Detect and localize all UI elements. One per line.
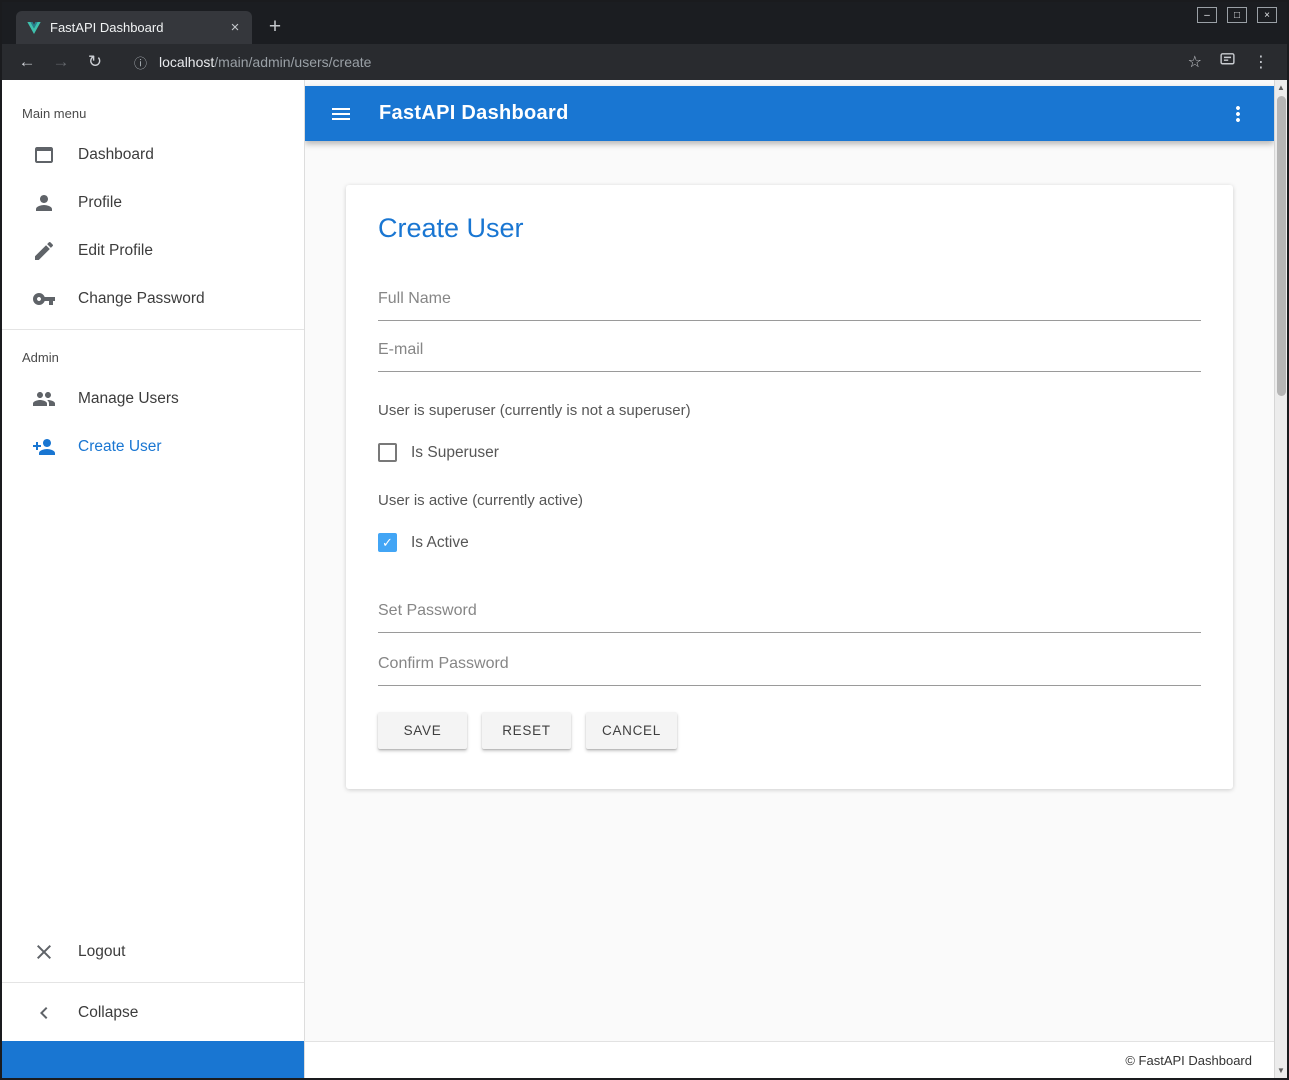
sidebar-item-label: Change Password [78,290,205,308]
email-input[interactable] [378,335,1201,372]
chevron-left-icon [32,1001,56,1025]
active-checkbox-label: Is Active [411,534,469,552]
sidebar-section-admin: Admin [2,336,304,375]
sidebar-item-label: Collapse [78,1004,138,1022]
main-content: Create User User is superuser (currently… [305,141,1274,1041]
sidebar-divider [2,982,304,983]
window-maximize-button[interactable]: □ [1227,7,1247,23]
window-minimize-button[interactable]: – [1197,7,1217,23]
browser-tab-strip: FastAPI Dashboard × + – □ × [2,2,1287,44]
url-host: localhost [159,54,214,70]
save-button[interactable]: SAVE [378,712,467,749]
browser-toolbar: ← → ↻ ⓘ localhost /main/admin/users/crea… [2,44,1287,80]
sidebar-item-edit-profile[interactable]: Edit Profile [2,227,304,275]
new-tab-button[interactable]: + [260,12,290,42]
close-icon [32,940,56,964]
url-path: /main/admin/users/create [214,54,371,70]
back-icon[interactable]: ← [14,52,40,72]
browser-window: FastAPI Dashboard × + – □ × ← → ↻ ⓘ loca… [0,0,1289,1080]
appbar-title: FastAPI Dashboard [379,102,569,125]
page-title: Create User [378,213,1201,244]
vuetify-logo-icon [26,20,42,36]
confirm-password-field-wrap [378,649,1201,686]
reset-button[interactable]: RESET [482,712,571,749]
person-icon [32,191,56,215]
tab-title: FastAPI Dashboard [50,20,218,35]
scrollbar-down-icon[interactable]: ▼ [1275,1063,1287,1078]
confirm-password-input[interactable] [378,649,1201,686]
form-actions: SAVE RESET CANCEL [378,712,1201,749]
sidebar-item-profile[interactable]: Profile [2,179,304,227]
sidebar-nav: Main menu Dashboard Profile [2,80,304,1037]
sidebar-divider [2,329,304,330]
browser-menu-icon[interactable]: ⋮ [1253,52,1269,72]
window-controls: – □ × [1197,7,1277,23]
sidebar-spacer [2,471,304,928]
key-icon [32,287,56,311]
footer-accent-block [2,1041,304,1078]
full-name-field-wrap [378,284,1201,321]
sidebar-item-label: Profile [78,194,122,212]
active-checkbox-row[interactable]: ✓ Is Active [378,533,1201,552]
scrollbar-up-icon[interactable]: ▲ [1275,80,1287,95]
sidebar-item-logout[interactable]: Logout [2,928,304,976]
person-add-icon [32,435,56,459]
sidebar-item-dashboard[interactable]: Dashboard [2,131,304,179]
full-name-input[interactable] [378,284,1201,321]
browser-extension-icon[interactable] [1219,51,1236,73]
page-scrollbar[interactable]: ▲ ▼ [1274,80,1287,1078]
password-field-wrap [378,596,1201,633]
group-icon [32,387,56,411]
app-bar: FastAPI Dashboard [305,86,1274,141]
address-bar[interactable]: ⓘ localhost /main/admin/users/create [134,53,1176,72]
sidebar-item-manage-users[interactable]: Manage Users [2,375,304,423]
page: Main menu Dashboard Profile [2,80,1287,1078]
email-field-wrap [378,335,1201,372]
superuser-hint: User is superuser (currently is not a su… [378,402,1201,419]
superuser-checkbox-label: Is Superuser [411,444,499,462]
superuser-checkbox[interactable] [378,443,397,462]
reload-icon[interactable]: ↻ [82,52,108,72]
active-hint: User is active (currently active) [378,492,1201,509]
main-column: FastAPI Dashboard Create User User is su… [305,80,1274,1078]
sidebar-item-label: Manage Users [78,390,179,408]
sidebar-item-collapse[interactable]: Collapse [2,989,304,1037]
create-user-card: Create User User is superuser (currently… [346,185,1233,789]
sidebar-item-create-user[interactable]: Create User [2,423,304,471]
set-password-input[interactable] [378,596,1201,633]
page-info-icon[interactable]: ⓘ [134,53,147,72]
sidebar-item-label: Dashboard [78,146,154,164]
browser-tab[interactable]: FastAPI Dashboard × [16,11,252,44]
sidebar: Main menu Dashboard Profile [2,80,305,1078]
forward-icon[interactable]: → [48,52,74,72]
page-footer: © FastAPI Dashboard [305,1041,1274,1078]
hamburger-menu-icon[interactable] [329,102,353,126]
dashboard-icon [32,143,56,167]
pencil-icon [32,239,56,263]
tab-close-icon[interactable]: × [226,19,244,37]
sidebar-section-main-menu: Main menu [2,92,304,131]
superuser-checkbox-row[interactable]: Is Superuser [378,443,1201,462]
cancel-button[interactable]: CANCEL [586,712,677,749]
sidebar-item-label: Logout [78,943,125,961]
active-checkbox[interactable]: ✓ [378,533,397,552]
appbar-overflow-icon[interactable] [1226,102,1250,126]
sidebar-item-label: Create User [78,438,162,456]
scrollbar-thumb[interactable] [1277,96,1286,396]
window-close-button[interactable]: × [1257,7,1277,23]
copyright-text: © FastAPI Dashboard [1125,1053,1252,1068]
sidebar-item-change-password[interactable]: Change Password [2,275,304,323]
sidebar-item-label: Edit Profile [78,242,153,260]
toolbar-right-cluster: ☆ ⋮ [1188,51,1269,73]
bookmark-star-icon[interactable]: ☆ [1188,52,1202,72]
